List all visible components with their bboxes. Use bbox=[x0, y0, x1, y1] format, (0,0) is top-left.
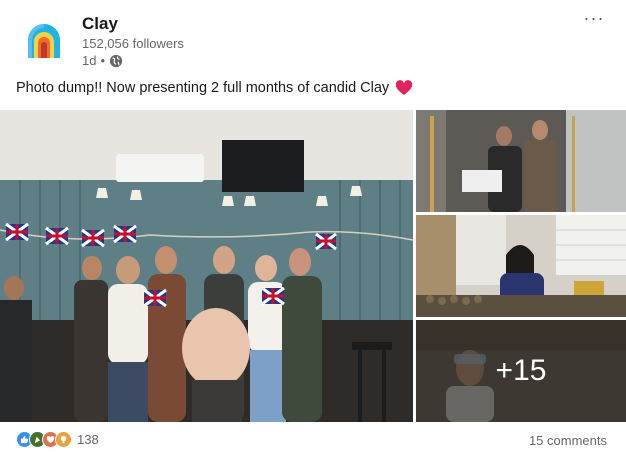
post-time: 1d bbox=[82, 53, 97, 68]
post-image-main[interactable] bbox=[0, 110, 413, 422]
post-meta: 1d • bbox=[82, 53, 123, 68]
company-logo[interactable] bbox=[20, 18, 68, 66]
company-name[interactable]: Clay bbox=[82, 14, 118, 34]
more-horizontal-icon: ··· bbox=[583, 7, 605, 28]
post-text: Photo dump!! Now presenting 2 full month… bbox=[16, 80, 413, 96]
reactions-summary[interactable]: 138 bbox=[16, 431, 99, 448]
post-image-2[interactable] bbox=[416, 110, 626, 212]
globe-icon bbox=[109, 54, 123, 67]
more-images-overlay[interactable]: +15 bbox=[416, 320, 626, 422]
post-card: Clay 152,056 followers 1d • ··· Photo du… bbox=[0, 0, 626, 457]
comments-count-link[interactable]: 15 comments bbox=[529, 433, 607, 448]
follower-count: 152,056 followers bbox=[82, 36, 184, 51]
post-caption: Photo dump!! Now presenting 2 full month… bbox=[16, 80, 390, 96]
post-image-4[interactable]: +15 bbox=[416, 320, 626, 422]
red-heart-icon bbox=[396, 80, 413, 95]
meta-separator: • bbox=[100, 53, 106, 68]
post-image-3[interactable] bbox=[416, 215, 626, 317]
more-options-button[interactable]: ··· bbox=[578, 4, 610, 32]
more-images-count: +15 bbox=[495, 354, 547, 387]
insightful-icon bbox=[55, 431, 72, 448]
reaction-count: 138 bbox=[77, 432, 99, 447]
